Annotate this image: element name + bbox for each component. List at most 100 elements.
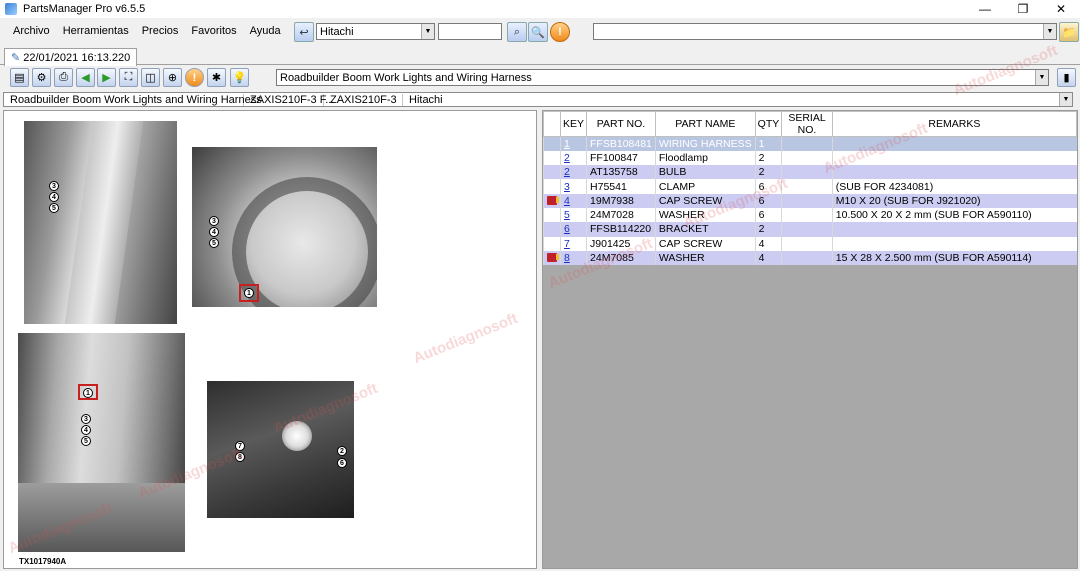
key-link[interactable]: 7 bbox=[564, 238, 570, 250]
folder-icon[interactable]: 📁 bbox=[1059, 22, 1079, 42]
table-row[interactable]: 2 FF100847 Floodlamp 2 bbox=[543, 150, 1077, 166]
chevron-down-icon[interactable]: ▼ bbox=[1059, 93, 1072, 106]
alert-icon[interactable]: ! bbox=[185, 68, 204, 87]
row-flag-cell bbox=[543, 165, 561, 180]
key-link[interactable]: 4 bbox=[564, 195, 570, 207]
callout-badge: 3 bbox=[209, 216, 219, 226]
breadcrumb-brand[interactable]: Hitachi bbox=[403, 94, 449, 106]
cell-part-name: WASHER bbox=[654, 250, 756, 266]
cell-qty: 6 bbox=[754, 193, 782, 208]
cell-qty: 2 bbox=[754, 150, 782, 166]
settings-icon[interactable]: ✱ bbox=[207, 68, 226, 87]
key-link[interactable]: 3 bbox=[564, 181, 570, 193]
print-icon[interactable]: ⎙ bbox=[54, 68, 73, 87]
breadcrumb-section[interactable]: Roadbuilder Boom Work Lights and Wiring … bbox=[4, 93, 262, 106]
brand-select[interactable]: Hitachi ▼ bbox=[316, 23, 435, 40]
key-link[interactable]: 5 bbox=[564, 209, 570, 221]
table-row[interactable]: 5 24M7028 WASHER 6 10.500 X 20 X 2 mm (SUB F… bbox=[543, 207, 1077, 223]
search-input[interactable] bbox=[438, 23, 502, 40]
table-row[interactable]: 1 FFSB108481 WIRING HARNESS 1 bbox=[543, 136, 1077, 151]
minimize-button[interactable]: — bbox=[966, 0, 1004, 18]
table-row[interactable]: 7 J901425 CAP SCREW 4 bbox=[543, 236, 1077, 251]
key-link[interactable]: 2 bbox=[564, 166, 570, 178]
cell-part-no: H75541 bbox=[586, 179, 656, 194]
cell-remarks bbox=[831, 136, 1077, 151]
callout-badge: 3 bbox=[49, 181, 59, 191]
chevron-down-icon[interactable]: ▼ bbox=[1043, 24, 1056, 39]
cell-serial-no bbox=[781, 236, 833, 251]
pencil-icon: ✎ bbox=[11, 52, 21, 64]
cell-serial-no bbox=[781, 207, 833, 223]
catalog-icon[interactable]: ▤ bbox=[10, 68, 29, 87]
parts-table-body: 1 FFSB108481 WIRING HARNESS 1 2 FF100847 Flood… bbox=[543, 136, 1077, 266]
breadcrumb: Roadbuilder Boom Work Lights and Wiring … bbox=[3, 92, 1073, 107]
breadcrumb-model[interactable]: ZAXIS210F-3 bbox=[324, 93, 403, 106]
menu-archivo[interactable]: Archivo bbox=[13, 25, 50, 37]
split-view-icon[interactable]: ◫ bbox=[141, 68, 160, 87]
cell-serial-no bbox=[781, 222, 833, 237]
key-link[interactable]: 6 bbox=[564, 223, 570, 235]
cell-serial-no bbox=[781, 136, 833, 151]
column-header-flag bbox=[543, 111, 561, 137]
arrow-right-icon[interactable]: ▶ bbox=[97, 68, 116, 87]
lightbulb-icon[interactable]: 💡 bbox=[230, 68, 249, 87]
search-magnifier-icon[interactable]: 🔍 bbox=[528, 22, 548, 42]
column-header-qty[interactable]: QTY bbox=[754, 111, 783, 137]
tab-session[interactable]: ✎ 22/01/2021 16:13.220 bbox=[4, 48, 138, 66]
callout-badge: 7 bbox=[235, 441, 245, 451]
remark-flag-icon[interactable] bbox=[547, 253, 559, 263]
close-button[interactable]: ✕ bbox=[1042, 0, 1080, 18]
zoom-icon[interactable]: ⊕ bbox=[163, 68, 182, 87]
hose-reel-photo: 3 4 5 1 bbox=[192, 147, 377, 307]
column-header-part-no[interactable]: PART NO. bbox=[586, 111, 656, 137]
bookmark-icon[interactable]: ▮ bbox=[1057, 68, 1076, 87]
tab-strip: ✎ 22/01/2021 16:13.220 bbox=[0, 46, 1080, 66]
column-header-part-name[interactable]: PART NAME bbox=[654, 111, 756, 137]
back-arrow-icon[interactable]: ↩ bbox=[294, 22, 314, 42]
maximize-button[interactable]: ❐ bbox=[1004, 0, 1042, 18]
cell-qty: 6 bbox=[754, 207, 782, 223]
key-link[interactable]: 2 bbox=[564, 152, 570, 164]
cell-remarks: M10 X 20 (SUB FOR J921020) bbox=[831, 193, 1077, 208]
menu-herramientas[interactable]: Herramientas bbox=[63, 25, 129, 37]
cell-serial-no bbox=[781, 250, 833, 266]
cell-serial-no bbox=[781, 150, 833, 166]
key-link[interactable]: 1 bbox=[564, 138, 570, 150]
brand-select-value: Hitachi bbox=[320, 25, 354, 38]
model-select[interactable]: ▼ bbox=[593, 23, 1057, 40]
search-binoculars-icon[interactable]: ⌕ bbox=[507, 22, 527, 42]
table-row[interactable]: 4 19M7938 CAP SCREW 6 M10 X 20 (SUB FOR J921… bbox=[543, 193, 1077, 208]
fit-screen-icon[interactable]: ⛶ bbox=[119, 68, 138, 87]
section-select[interactable]: Roadbuilder Boom Work Lights and Wiring … bbox=[276, 69, 1049, 86]
breadcrumb-model-full[interactable]: ZAXIS210F-3 F... bbox=[244, 93, 334, 106]
table-row[interactable]: 6 FFSB114220 BRACKET 2 bbox=[543, 222, 1077, 237]
table-row[interactable]: 2 AT135758 BULB 2 bbox=[543, 165, 1077, 180]
column-header-remarks[interactable]: REMARKS bbox=[831, 111, 1077, 137]
cell-part-name: WASHER bbox=[654, 207, 756, 223]
callout-badge: 8 bbox=[235, 452, 245, 462]
menu-ayuda[interactable]: Ayuda bbox=[250, 25, 281, 37]
cell-key: 2 bbox=[559, 150, 587, 166]
table-row[interactable]: 3 H75541 CLAMP 6 (SUB FOR 4234081) bbox=[543, 179, 1077, 194]
table-row[interactable]: 8 24M7085 WASHER 4 15 X 28 X 2.500 mm (SUB F… bbox=[543, 250, 1077, 266]
illustration-panel: 3 4 5 3 4 5 1 1 3 4 5 7 8 2 6 TX1017940A bbox=[3, 110, 537, 569]
chevron-down-icon[interactable]: ▼ bbox=[421, 24, 434, 39]
callout-badge: 6 bbox=[337, 458, 347, 468]
chevron-down-icon[interactable]: ▼ bbox=[1035, 70, 1048, 85]
tools-icon[interactable]: ⚙ bbox=[32, 68, 51, 87]
section-select-value: Roadbuilder Boom Work Lights and Wiring … bbox=[280, 71, 532, 84]
warning-icon[interactable]: ! bbox=[550, 22, 570, 42]
cell-remarks: 10.500 X 20 X 2 mm (SUB FOR A590110) bbox=[831, 207, 1077, 223]
cell-key: 6 bbox=[559, 222, 587, 237]
cell-remarks bbox=[831, 165, 1077, 180]
column-header-serial-no[interactable]: SERIAL NO. bbox=[781, 111, 833, 137]
callout-badge: 5 bbox=[81, 436, 91, 446]
column-header-key[interactable]: KEY bbox=[559, 111, 588, 137]
menu-precios[interactable]: Precios bbox=[142, 25, 179, 37]
key-link[interactable]: 8 bbox=[564, 252, 570, 264]
app-icon bbox=[5, 3, 17, 15]
remark-flag-icon[interactable] bbox=[547, 195, 559, 205]
cell-key: 7 bbox=[559, 236, 587, 251]
arrow-left-icon[interactable]: ◀ bbox=[76, 68, 95, 87]
menu-favoritos[interactable]: Favoritos bbox=[191, 25, 236, 37]
